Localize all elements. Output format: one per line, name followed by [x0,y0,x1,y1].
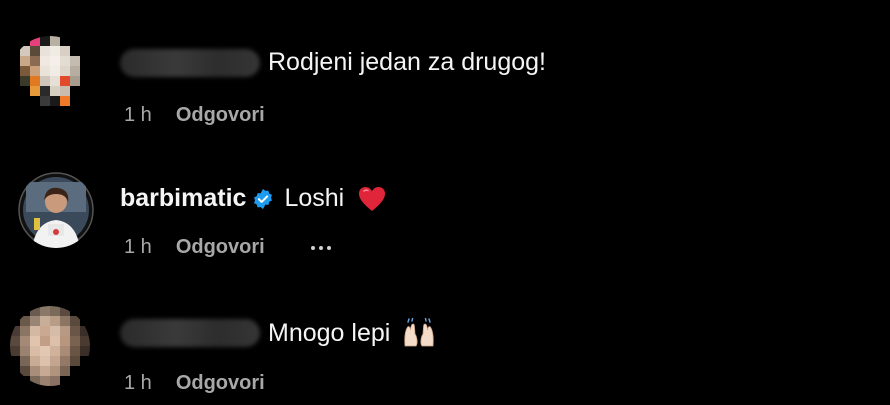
comment-text: Mnogo lepi [268,318,391,347]
verified-badge-icon [252,188,274,210]
reply-button[interactable]: Odgovori [176,372,265,395]
heart-icon [358,186,386,212]
avatar[interactable] [10,36,90,116]
blurred-username[interactable] [120,319,260,347]
reply-button[interactable]: Odgovori [176,236,265,259]
comment-author[interactable]: barbimatic [120,184,246,213]
comment-time: 1 h [124,104,152,126]
comment-text: Rodjeni jedan za drugog! [268,48,546,76]
comment-text: Loshi [284,184,345,212]
reply-button[interactable]: Odgovori [176,104,265,127]
more-options-icon[interactable] [310,245,331,250]
raising-hands-icon [402,317,436,348]
comment-time: 1 h [124,372,152,394]
blurred-username[interactable] [120,48,260,77]
comment-time: 1 h [124,236,152,258]
avatar[interactable] [10,306,90,386]
avatar[interactable] [18,172,94,248]
